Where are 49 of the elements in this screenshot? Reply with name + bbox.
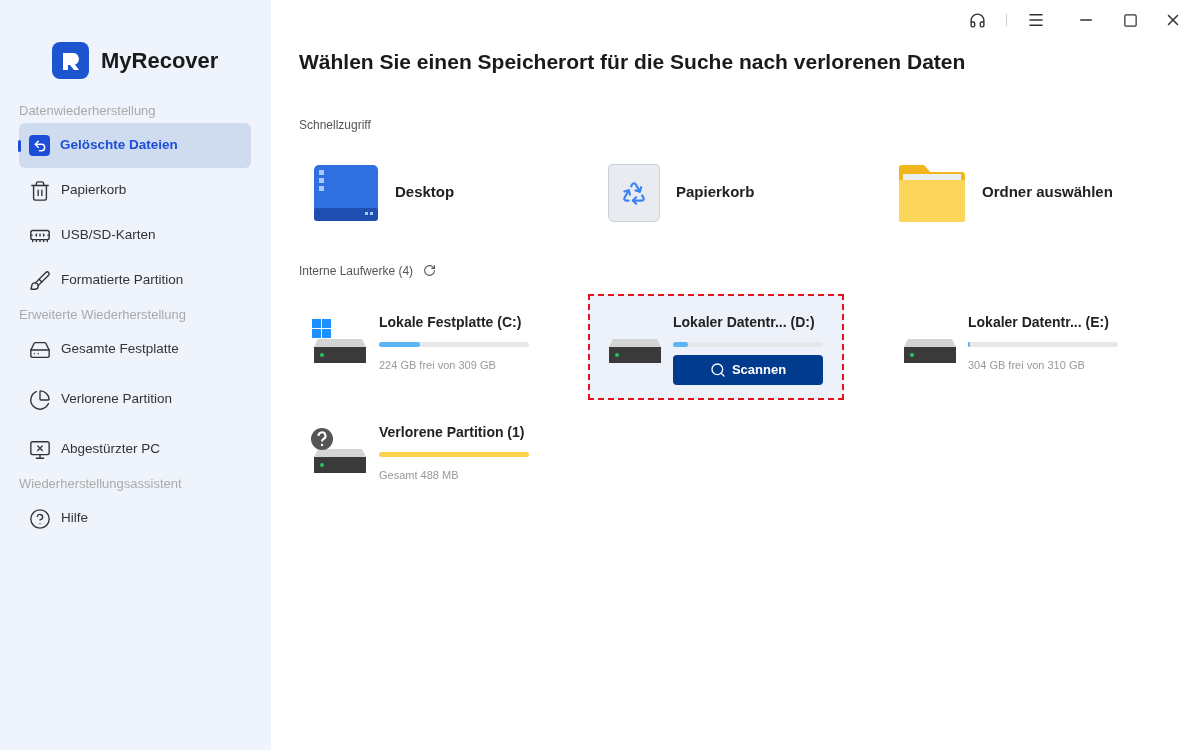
hard-drive-windows-icon — [311, 317, 367, 364]
sidebar-item[interactable]: Gelöschte Dateien — [19, 123, 251, 168]
drive-card[interactable]: Lokaler Datentr... (D:) Scannen — [588, 293, 844, 400]
section-heading: Schnellzugriff — [299, 116, 372, 134]
help-icon — [29, 507, 51, 530]
section-heading: Datenwiederherstellung — [19, 102, 157, 121]
folder-icon — [898, 163, 966, 222]
hard-drive-icon — [904, 338, 956, 363]
menu-icon[interactable] — [1027, 11, 1045, 29]
quick-access-item[interactable]: Papierkorb — [594, 157, 844, 228]
desktop-icon — [313, 163, 379, 222]
sidebar-item[interactable]: USB/SD-Karten — [19, 213, 251, 258]
sidebar-item[interactable]: Papierkorb — [19, 168, 251, 213]
drive-info: 304 GB frei von 310 GB — [968, 357, 1086, 373]
drive-name: Lokaler Datentr... (D:) — [673, 312, 816, 332]
app-name: MyRecover — [101, 47, 219, 75]
sidebar-item[interactable]: Hilfe — [19, 496, 251, 541]
recycle-bin-icon — [608, 163, 660, 222]
pie-icon — [29, 388, 51, 411]
section-heading: Interne Laufwerke (4) — [299, 262, 414, 280]
quick-access-item[interactable]: Desktop — [299, 157, 549, 228]
section-heading: Wiederherstellungsassistent — [19, 475, 183, 494]
drive-name: Lokaler Datentr... (E:) — [968, 312, 1110, 332]
sidebar-item[interactable]: Formatierte Partition — [19, 258, 251, 303]
monitor-icon — [29, 438, 51, 461]
section-heading: Erweiterte Wiederherstellung — [19, 306, 187, 325]
scan-button[interactable]: Scannen — [673, 354, 823, 385]
app-logo — [52, 42, 89, 79]
undo-icon — [29, 135, 50, 156]
refresh-icon[interactable] — [423, 264, 437, 277]
drive-name: Lokale Festplatte (C:) — [379, 312, 523, 332]
maximize-icon[interactable] — [1123, 12, 1138, 28]
trash-icon — [29, 179, 51, 202]
drive-info: Gesamt 488 MB — [379, 467, 460, 483]
drive-name: Verlorene Partition (1) — [379, 422, 526, 442]
sidebar-item[interactable]: Abgestürzter PC — [19, 427, 251, 472]
quick-access-item[interactable]: Ordner auswählen — [884, 157, 1134, 228]
drive-card[interactable]: Lokale Festplatte (C:) 224 GB frei von 309 GB — [293, 293, 549, 400]
hard-drive-icon — [609, 338, 661, 363]
hard-drive-question-icon — [311, 427, 367, 474]
selection-indicator — [18, 140, 21, 152]
sidebar-item[interactable]: Verlorene Partition — [19, 377, 251, 422]
sidebar-item[interactable]: Gesamte Festplatte — [19, 327, 251, 372]
drive-info: 224 GB frei von 309 GB — [379, 357, 497, 373]
drive-card[interactable]: Verlorene Partition (1) Gesamt 488 MB — [293, 403, 549, 510]
drive-card[interactable]: Lokaler Datentr... (E:) 304 GB frei von 310 GB — [883, 293, 1139, 400]
page-title: Wählen Sie einen Speicherort für die Suche nach verlorenen Daten — [299, 49, 967, 75]
search-icon — [709, 361, 726, 378]
support-icon[interactable] — [969, 11, 986, 29]
